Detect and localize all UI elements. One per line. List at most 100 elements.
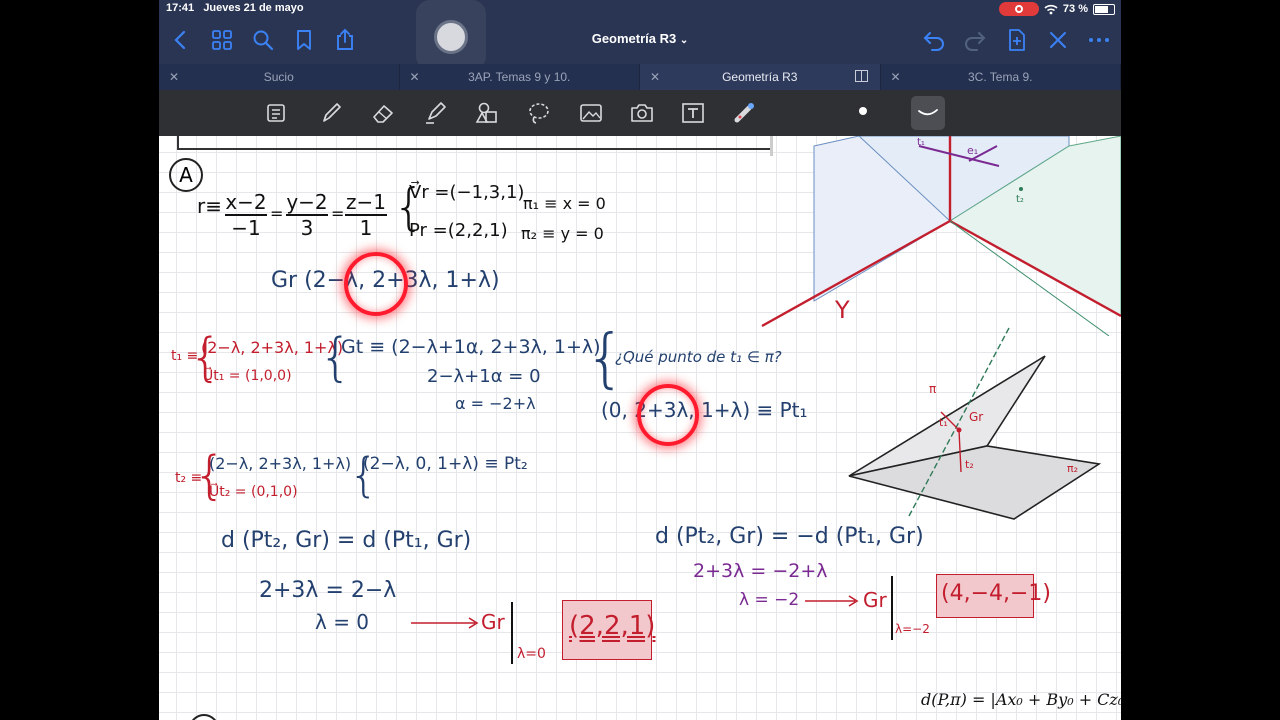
eq-z-fraction: z−1 1 [345, 190, 387, 240]
distance-equation-left: d (Pt₂, Gr) = d (Pt₁, Gr) [221, 528, 472, 553]
evaluation-bar [891, 576, 893, 640]
eq-z-numerator: z−1 [345, 190, 387, 216]
status-bar-left: 17:41 Jueves 21 de mayo [166, 2, 304, 14]
assistive-touch-button[interactable] [416, 0, 486, 70]
pt2-point: (2−λ, 0, 1+λ) ≡ Pt₂ [363, 454, 528, 474]
t2-point: (2−λ, 2+3λ, 1+λ) [209, 454, 352, 473]
highlighter-tool-icon[interactable] [420, 98, 450, 128]
drawing-toolbar [159, 90, 1121, 136]
lasso-tool-icon[interactable] [524, 98, 554, 128]
redo-icon[interactable] [963, 28, 987, 52]
equals-sign: = [270, 204, 284, 223]
top-bar: 17:41 Jueves 21 de mayo 73 % Geometría R… [159, 0, 1121, 136]
plane-pi1: π₁ ≡ x = 0 [523, 194, 606, 213]
status-bar-right: 73 % [998, 2, 1115, 16]
plane-pi2: π₂ ≡ y = 0 [521, 224, 604, 243]
fig2-t1-label: t₁ [939, 416, 948, 429]
previous-box-border [177, 136, 773, 150]
tab-close-icon[interactable]: ✕ [891, 64, 901, 90]
tab-sucio[interactable]: ✕ Sucio [159, 64, 400, 90]
laser-pointer-icon[interactable] [729, 98, 759, 128]
tab-geometria-r3[interactable]: ✕ Geometría R3 [640, 64, 881, 90]
fig2-pi-label: π [929, 382, 937, 396]
result-box-right: (4,−4,−1) [936, 574, 1051, 618]
tab-bar: ✕ Sucio ✕ 3AP. Temas 9 y 10. ✕ Geometría R3… [159, 64, 1121, 90]
stroke-style-curve-icon[interactable] [911, 96, 945, 130]
highlight-circle [637, 384, 699, 446]
result-left: (2,2,1) [569, 611, 656, 641]
share-icon[interactable] [333, 28, 357, 52]
status-time: 17:41 [166, 2, 195, 14]
eq-y-denominator: 3 [300, 216, 314, 240]
search-icon[interactable] [251, 28, 275, 52]
eq-y-numerator: y−2 [286, 190, 328, 216]
line-r-label: r≡ [197, 194, 222, 218]
equals-sign: = [331, 204, 345, 223]
eq-x-denominator: −1 [231, 216, 261, 240]
gr-left-label: Gr [481, 610, 505, 634]
eq-y-fraction: y−2 3 [286, 190, 328, 240]
tab-3ap-temas[interactable]: ✕ 3AP. Temas 9 y 10. [400, 64, 640, 90]
stroke-size-dot-icon[interactable] [859, 107, 867, 115]
tab-label: Geometría R3 [722, 70, 798, 84]
document-title-button[interactable]: Geometría R3 ⌄ [592, 31, 689, 46]
image-tool-icon[interactable] [576, 98, 606, 128]
planes-intersection-figure [848, 327, 1102, 520]
lambda-left: λ=0 [517, 646, 546, 662]
eq-x-numerator: x−2 [225, 190, 267, 216]
tab-close-icon[interactable]: ✕ [169, 64, 179, 90]
tab-close-icon[interactable]: ✕ [650, 64, 660, 90]
arrow-right-icon [411, 617, 479, 629]
distance-equation-right: d (Pt₂, Gr) = −d (Pt₁, Gr) [655, 524, 924, 549]
t1-vector: U⃗t₁ = (1,0,0) [203, 368, 292, 384]
fig-axis-y-label: Y [835, 296, 850, 324]
app-frame: 17:41 Jueves 21 de mayo 73 % Geometría R… [159, 0, 1121, 720]
split-view-icon[interactable] [854, 70, 868, 82]
grid-view-icon[interactable] [210, 28, 234, 52]
recording-indicator-icon [998, 2, 1039, 16]
tab-close-icon[interactable]: ✕ [410, 64, 420, 90]
question-text: ¿Qué punto de t₁ ∈ π? [615, 348, 782, 366]
result-box-left: (2,2,1) [562, 600, 656, 660]
gr-right-label: Gr [863, 588, 887, 612]
point-pr: Pr =(2,2,1) [409, 220, 508, 241]
eraser-tool-icon[interactable] [368, 98, 398, 128]
fig-t1-label: t₁ [917, 137, 925, 148]
battery-percent: 73 % [1062, 3, 1088, 15]
wifi-icon [1044, 4, 1058, 14]
bookmark-icon[interactable] [292, 28, 316, 52]
text-tool-icon[interactable] [678, 98, 708, 128]
section-a-text: A [179, 163, 193, 187]
section-a-label: A [169, 158, 203, 192]
add-page-icon[interactable] [1005, 28, 1029, 52]
tab-label: Sucio [263, 70, 294, 84]
tab-label: 3C. Tema 9. [968, 70, 1033, 84]
camera-tool-icon[interactable] [627, 98, 657, 128]
gt-line: Gt ≡ (2−λ+1α, 2+3λ, 1+λ) [341, 336, 601, 358]
evaluation-bar [511, 602, 513, 664]
highlight-circle [344, 252, 408, 316]
fig2-pi2-label: π₂ [1067, 462, 1079, 475]
fig-t2-label: t₂ [1016, 194, 1024, 205]
lambda-right: λ=−2 [895, 622, 930, 636]
fig-e1-label: e₁ [967, 144, 979, 157]
vector-vr: V⃗r =(−1,3,1) [409, 182, 525, 203]
notebook-page[interactable]: Y t₁ e₁ t₂ A r≡ x−2 −1 = y−2 3 = z−1 1 {… [159, 136, 1121, 720]
fig2-t2-label: t₂ [965, 458, 974, 471]
tab-3c-tema[interactable]: ✕ 3C. Tema 9. [881, 64, 1121, 90]
back-chevron-icon[interactable] [169, 28, 193, 52]
result-right: (4,−4,−1) [941, 581, 1052, 606]
pt1-point: (0, 2+3λ, 1+λ) ≡ Pt₁ [601, 398, 808, 422]
gt-eq1: 2−λ+1α = 0 [427, 366, 541, 387]
shapes-tool-icon[interactable] [472, 98, 502, 128]
fig2-gr-label: Gr [969, 410, 984, 424]
distance-formula-hint: d(P,π) = |Ax₀ + By₀ + Cz₀ + [921, 690, 1121, 709]
more-options-icon[interactable] [1087, 28, 1111, 52]
read-mode-icon[interactable] [261, 98, 291, 128]
equation-right-2: λ = −2 [739, 590, 800, 610]
close-icon[interactable] [1046, 28, 1070, 52]
undo-icon[interactable] [922, 28, 946, 52]
eq-z-denominator: 1 [359, 216, 373, 240]
pen-tool-icon[interactable] [316, 98, 346, 128]
equation-left-1: 2+3λ = 2−λ [259, 578, 397, 603]
